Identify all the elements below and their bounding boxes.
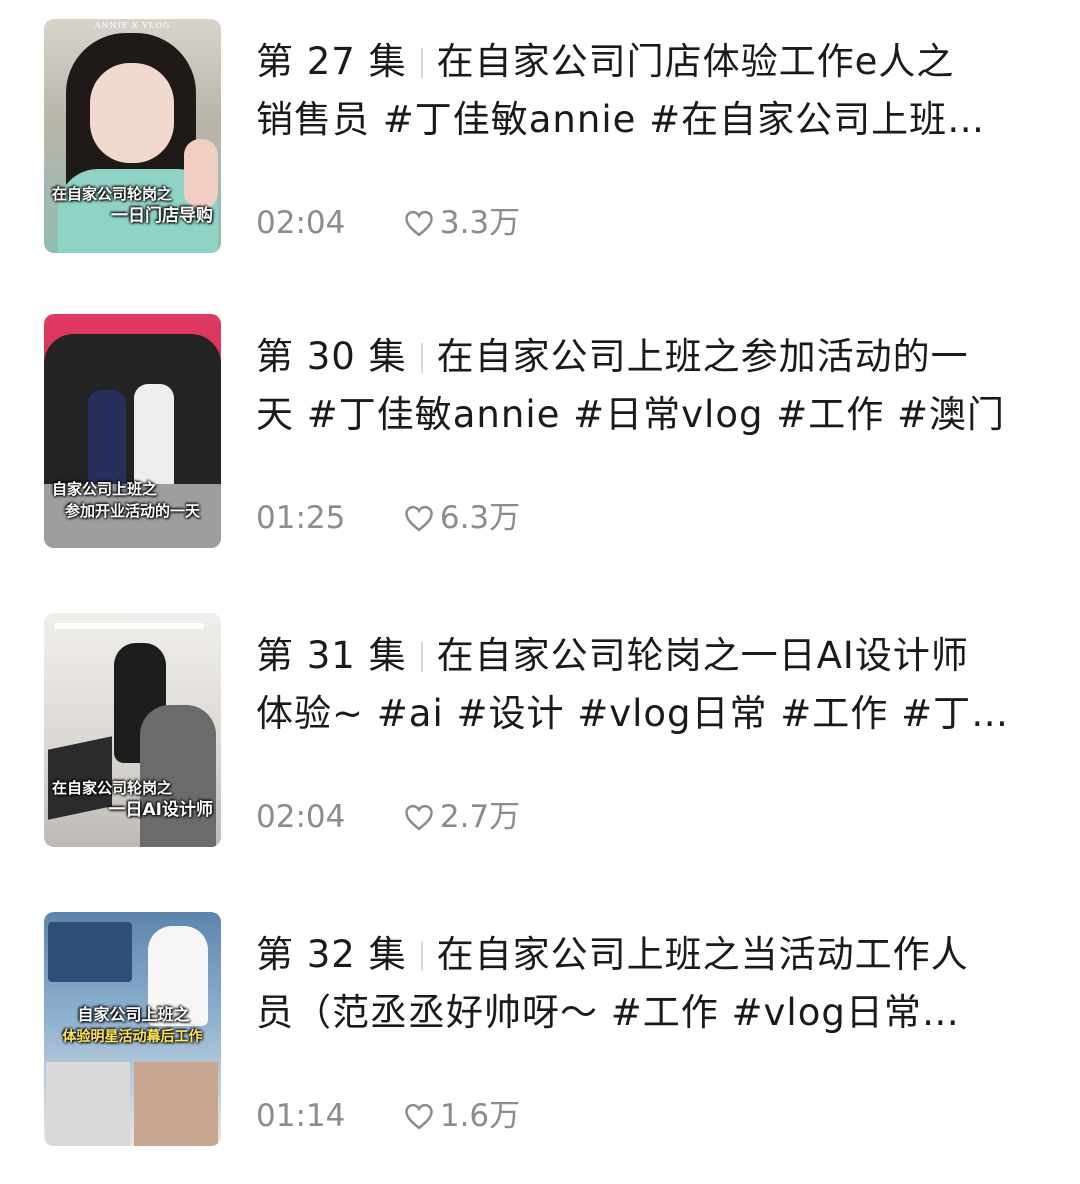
title-line-1: 在自家公司门店体验工作e人之	[436, 40, 955, 83]
episode-number: 第 27 集	[256, 40, 407, 83]
video-item[interactable]: ANNIE X VLOG 在自家公司轮岗之 一日门店导购 第 27 集在自家公司…	[0, 19, 1080, 253]
video-title[interactable]: 第 30 集在自家公司上班之参加活动的一 天 #丁佳敏annie #日常vlog…	[256, 328, 1036, 444]
episode-number: 第 30 集	[256, 335, 407, 378]
video-item[interactable]: 在自家公司轮岗之 一日AI设计师 第 31 集在自家公司轮岗之一日AI设计师 体…	[0, 613, 1080, 847]
face-image	[90, 63, 174, 163]
heart-outline-icon[interactable]	[404, 209, 434, 237]
thumb-caption: 在自家公司轮岗之 一日门店导购	[52, 185, 213, 226]
title-line-2: 天 #丁佳敏annie #日常vlog #工作 #澳门	[256, 393, 1005, 436]
title-divider	[420, 48, 423, 78]
thumb-caption: 在自家公司轮岗之 一日AI设计师	[52, 779, 213, 820]
duration: 02:04	[256, 205, 346, 241]
title-divider	[420, 343, 423, 373]
heart-outline-icon[interactable]	[404, 1102, 434, 1130]
video-meta: 02:04 2.7万	[256, 797, 520, 837]
title-line-1: 在自家公司轮岗之一日AI设计师	[436, 634, 969, 677]
video-item[interactable]: 自家公司上班之 体验明星活动幕后工作 第 32 集在自家公司上班之当活动工作人 …	[0, 912, 1080, 1146]
laptop-image	[46, 1062, 130, 1146]
signboard-image	[48, 922, 132, 982]
duration: 02:04	[256, 799, 346, 835]
title-divider	[420, 642, 423, 672]
title-line-2: 体验~ #ai #设计 #vlog日常 #工作 #丁…	[256, 692, 1010, 735]
like-count: 2.7万	[439, 799, 521, 835]
like-count: 1.6万	[439, 1098, 521, 1134]
title-line-1: 在自家公司上班之当活动工作人	[436, 933, 969, 976]
video-title[interactable]: 第 32 集在自家公司上班之当活动工作人 员（范丞丞好帅呀～ #工作 #vlog…	[256, 926, 1036, 1042]
heart-outline-icon[interactable]	[404, 803, 434, 831]
like-count: 6.3万	[439, 500, 521, 536]
crowd-image	[44, 334, 221, 484]
like-count: 3.3万	[439, 205, 521, 241]
title-line-1: 在自家公司上班之参加活动的一	[436, 335, 969, 378]
episode-number: 第 32 集	[256, 933, 407, 976]
video-meta: 01:25 6.3万	[256, 498, 520, 538]
video-meta: 01:14 1.6万	[256, 1096, 520, 1136]
title-divider	[420, 941, 423, 971]
video-item[interactable]: 自家公司上班之 参加开业活动的一天 第 30 集在自家公司上班之参加活动的一 天…	[0, 314, 1080, 548]
heart-outline-icon[interactable]	[404, 504, 434, 532]
thumb-caption: 自家公司上班之 参加开业活动的一天	[52, 480, 200, 520]
ceiling-lights-image	[54, 623, 204, 629]
video-thumbnail[interactable]: 自家公司上班之 参加开业活动的一天	[44, 314, 221, 548]
video-thumbnail[interactable]: 自家公司上班之 体验明星活动幕后工作	[44, 912, 221, 1146]
video-thumbnail[interactable]: 在自家公司轮岗之 一日AI设计师	[44, 613, 221, 847]
video-meta: 02:04 3.3万	[256, 203, 520, 243]
duration: 01:14	[256, 1098, 346, 1134]
title-line-2: 销售员 #丁佳敏annie #在自家公司上班…	[256, 98, 986, 141]
title-line-2: 员（范丞丞好帅呀～ #工作 #vlog日常…	[256, 991, 960, 1034]
video-title[interactable]: 第 27 集在自家公司门店体验工作e人之 销售员 #丁佳敏annie #在自家公…	[256, 33, 1036, 149]
episode-number: 第 31 集	[256, 634, 407, 677]
thumb-watermark: ANNIE X VLOG	[94, 21, 171, 30]
person-image	[134, 1062, 218, 1146]
man-image	[140, 705, 216, 847]
duration: 01:25	[256, 500, 346, 536]
video-title[interactable]: 第 31 集在自家公司轮岗之一日AI设计师 体验~ #ai #设计 #vlog日…	[256, 627, 1036, 743]
thumb-caption: 自家公司上班之 体验明星活动幕后工作	[62, 1005, 203, 1045]
video-thumbnail[interactable]: ANNIE X VLOG 在自家公司轮岗之 一日门店导购	[44, 19, 221, 253]
